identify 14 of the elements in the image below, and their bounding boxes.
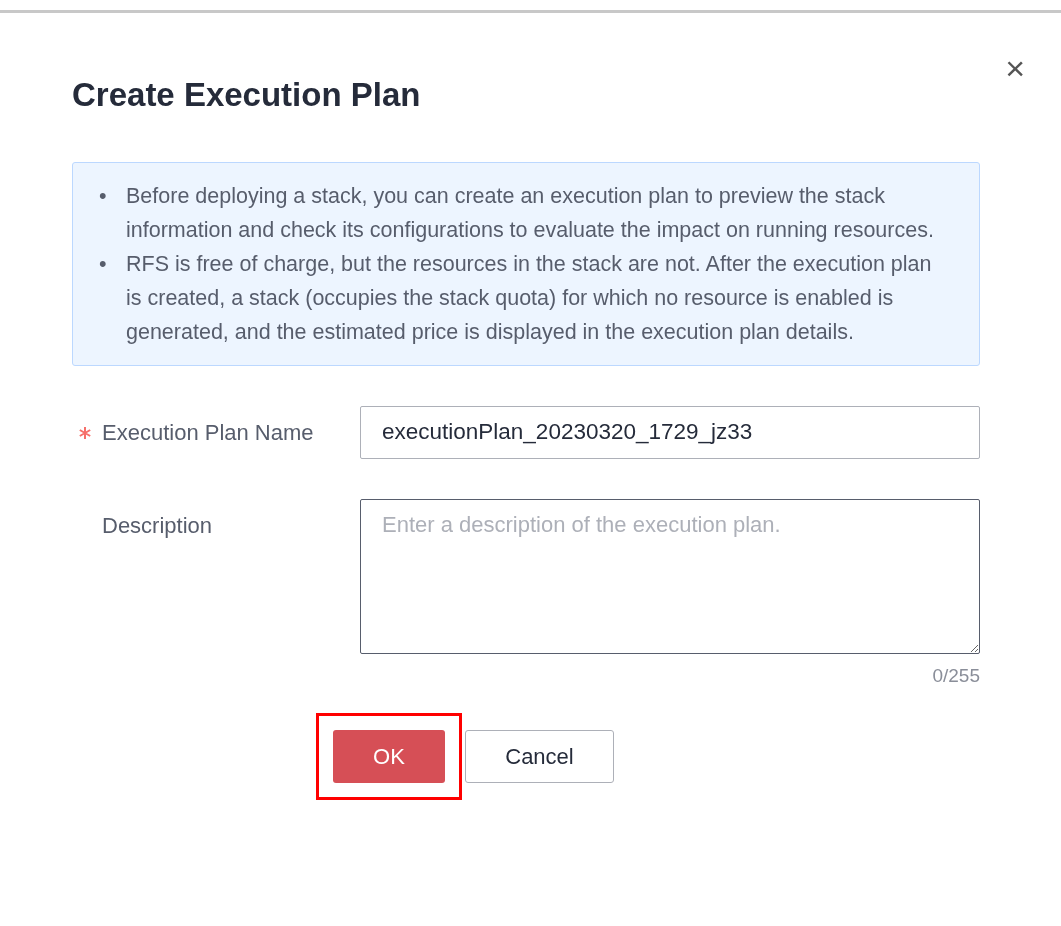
bullet-text: •	[98, 250, 108, 278]
required-icon	[78, 425, 92, 440]
character-counter: 0/255	[931, 663, 980, 688]
notice-text: Before deploying a stack, you can create an execution plan to preview the stack information and check its configurations to evaluate the impact on running resources.	[126, 182, 935, 244]
close-button[interactable]: ×	[1005, 51, 1025, 85]
cancel-button[interactable]: Cancel	[465, 730, 614, 784]
field-label: Description	[102, 512, 213, 538]
field-label: Execution Plan Name	[102, 419, 314, 445]
notice-text: RFS is free of charge, but the resources in the stack are not. After the execution plan is created, a stack (occupies the stack quota) for which no resource is enabled is generated, and the estimated price is displayed in the execution plan details.	[126, 250, 933, 346]
name-input[interactable]: executionPlan_20230320_1729_jz33	[360, 405, 980, 459]
dialog-title: Create Execution Plan	[72, 75, 422, 115]
description-field[interactable]: Enter a description of the execution plan.	[360, 498, 980, 654]
bullet-text: •	[98, 182, 108, 210]
ok-button[interactable]: OK	[333, 730, 445, 784]
